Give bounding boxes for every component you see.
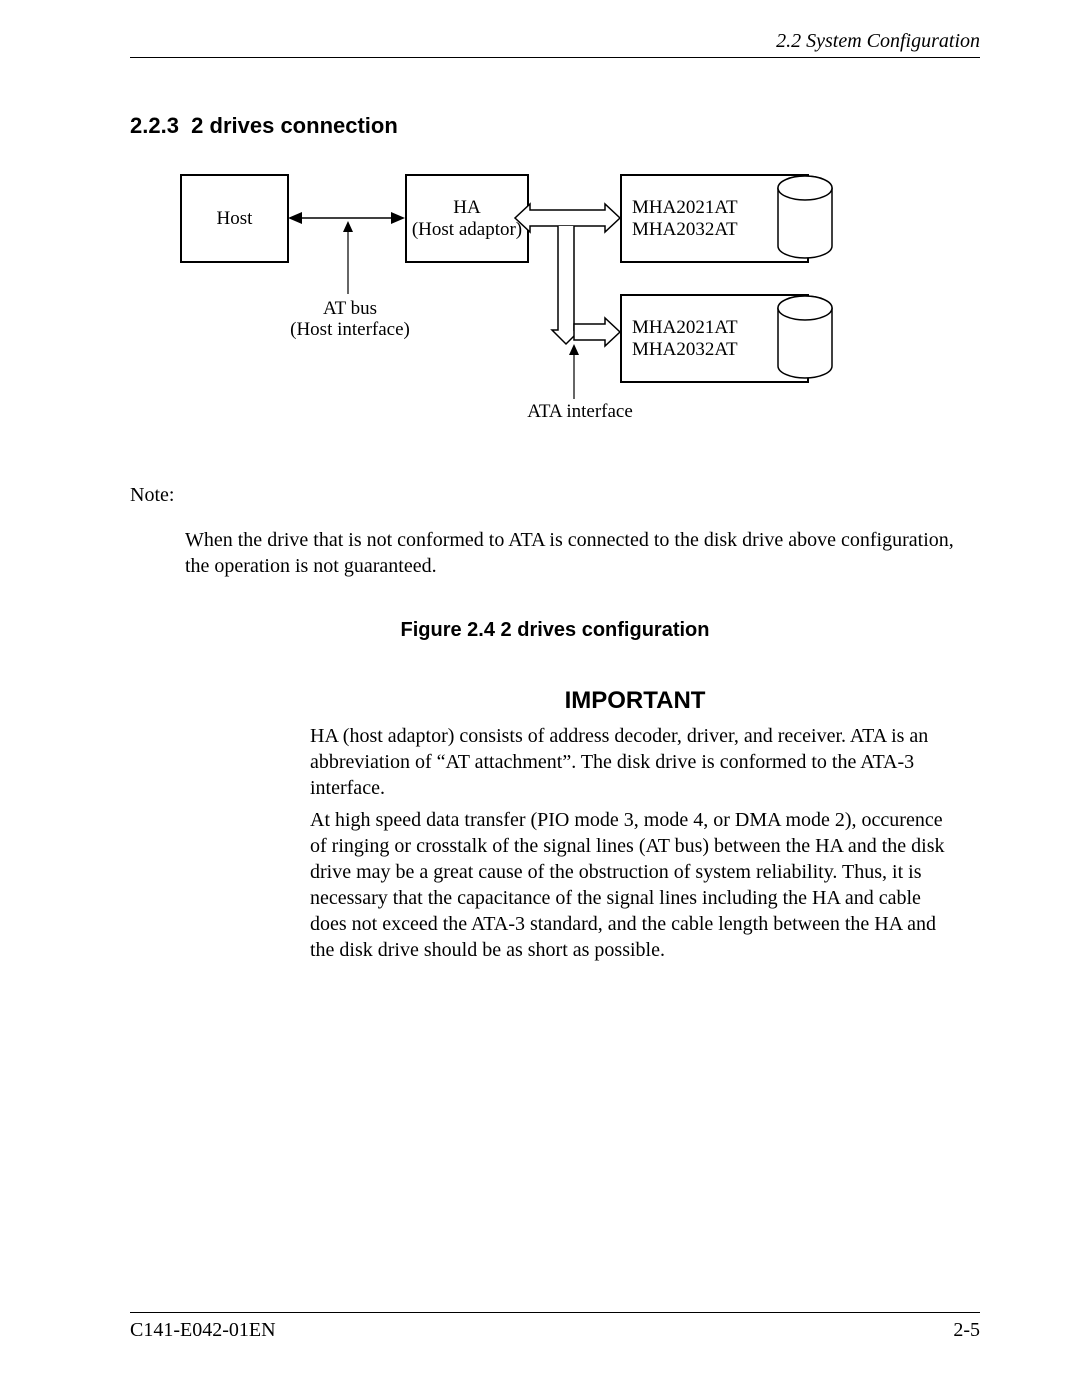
- ata-label-text: ATA interface: [527, 401, 633, 422]
- atbus-line1: AT bus: [323, 298, 377, 319]
- atbus-line2: (Host interface): [290, 319, 410, 340]
- section-number: 2.2.3: [130, 113, 179, 138]
- section-title-text: 2 drives connection: [191, 113, 398, 138]
- footer-right: 2-5: [953, 1319, 980, 1342]
- page-header: 2.2 System Configuration: [130, 30, 980, 58]
- important-p2: At high speed data transfer (PIO mode 3,…: [310, 807, 960, 963]
- header-text: 2.2 System Configuration: [776, 30, 980, 52]
- atbus-label: AT bus (Host interface): [280, 299, 420, 341]
- footer-left: C141-E042-01EN: [130, 1319, 276, 1342]
- block-diagram: Host HA (Host adaptor) MHA2021AT MHA2032…: [180, 174, 980, 454]
- important-body: HA (host adaptor) consists of address de…: [310, 723, 960, 963]
- important-block: IMPORTANT HA (host adaptor) consists of …: [310, 687, 960, 963]
- note-label: Note:: [130, 484, 980, 507]
- important-p1: HA (host adaptor) consists of address de…: [310, 723, 960, 801]
- page-footer: C141-E042-01EN 2-5: [130, 1312, 980, 1342]
- ata-label: ATA interface: [510, 401, 650, 423]
- important-title: IMPORTANT: [310, 687, 960, 715]
- note-body: When the drive that is not conformed to …: [185, 527, 980, 579]
- figure-caption: Figure 2.4 2 drives configuration: [130, 619, 980, 642]
- section-heading: 2.2.3 2 drives connection: [130, 113, 980, 139]
